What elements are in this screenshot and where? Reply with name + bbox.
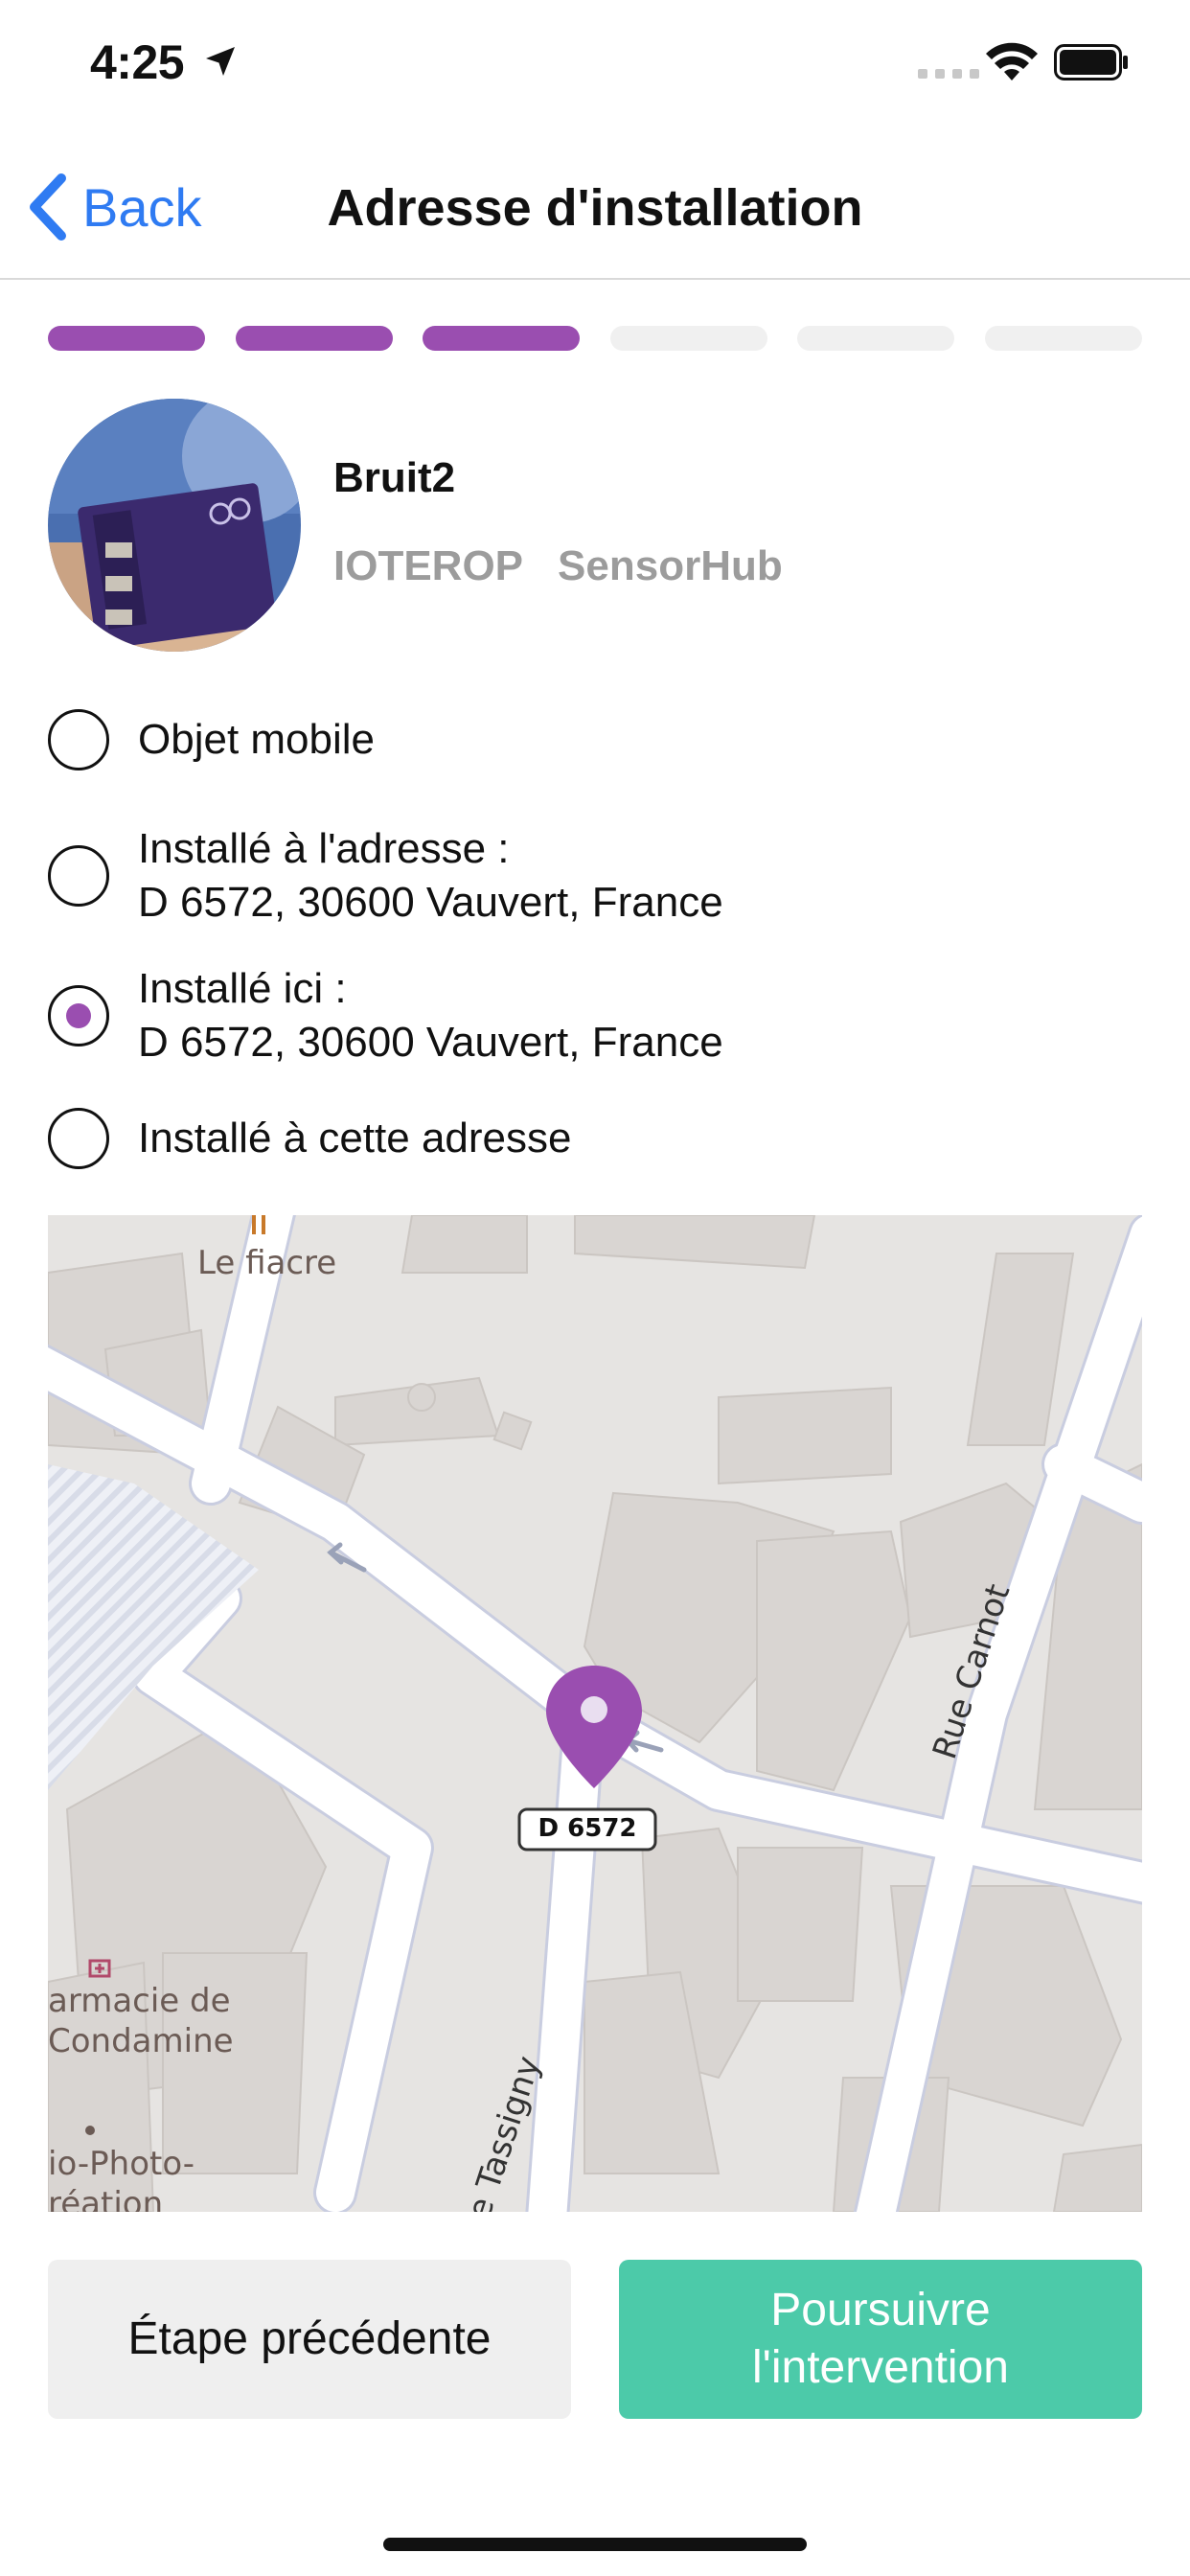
option-label: Installé ici : xyxy=(138,965,347,1012)
road-shield-label: D 6572 xyxy=(538,1814,637,1843)
battery-icon xyxy=(1054,44,1128,80)
option-label: Objet mobile xyxy=(138,716,376,763)
previous-step-button[interactable]: Étape précédente xyxy=(48,2260,571,2419)
continue-intervention-button[interactable]: Poursuivre l'intervention xyxy=(619,2260,1142,2419)
progress-step-1 xyxy=(48,326,205,351)
device-model-tag: SensorHub xyxy=(558,542,783,589)
home-indicator[interactable] xyxy=(383,2538,807,2551)
cellular-signal-icon xyxy=(918,69,979,79)
device-brand-tag: IOTEROP xyxy=(333,542,524,589)
map-label-photo-2: réation xyxy=(48,2185,164,2212)
wifi-icon xyxy=(986,42,1038,80)
device-photo xyxy=(48,399,301,652)
option-label: Installé à l'adresse : xyxy=(138,825,510,872)
continue-label-line1: Poursuivre xyxy=(770,2285,991,2335)
radio-button-selected[interactable] xyxy=(48,985,109,1046)
progress-step-4 xyxy=(609,326,767,351)
map-view[interactable]: Le fiacre Rue Carnot D 6572 armacie de C… xyxy=(48,1215,1142,2212)
device-name: Bruit2 xyxy=(333,454,456,501)
radio-button[interactable] xyxy=(48,1108,109,1169)
radio-button[interactable] xyxy=(48,845,109,907)
option-mobile-object[interactable]: Objet mobile xyxy=(48,709,375,770)
progress-step-2 xyxy=(235,326,393,351)
progress-step-5 xyxy=(797,326,955,351)
map-label-le-fiacre: Le fiacre xyxy=(197,1244,337,1282)
option-installed-at-this-address[interactable]: Installé à cette adresse xyxy=(48,1108,571,1169)
device-tags: IOTEROP SensorHub xyxy=(333,542,783,590)
radio-button[interactable] xyxy=(48,709,109,770)
map-label-pharmacy-1: armacie de xyxy=(48,1982,231,2020)
page-title: Adresse d'installation xyxy=(327,179,863,237)
step-progress xyxy=(48,326,1142,351)
progress-step-3 xyxy=(423,326,581,351)
map-label-pharmacy-2: Condamine xyxy=(48,2022,234,2060)
option-address: D 6572, 30600 Vauvert, France xyxy=(138,879,723,926)
option-label: Installé à cette adresse xyxy=(138,1115,572,1162)
status-time: 4:25 xyxy=(90,35,185,89)
location-arrow-icon xyxy=(206,47,235,76)
option-installed-at-address[interactable]: Installé à l'adresse : D 6572, 30600 Vau… xyxy=(48,822,723,930)
map-label-photo-1: io-Photo- xyxy=(48,2145,195,2183)
option-address: D 6572, 30600 Vauvert, France xyxy=(138,1019,723,1066)
option-installed-here[interactable]: Installé ici : D 6572, 30600 Vauvert, Fr… xyxy=(48,962,723,1070)
nav-divider xyxy=(0,278,1190,280)
continue-label-line2: l'intervention xyxy=(752,2342,1009,2393)
progress-step-6 xyxy=(984,326,1142,351)
